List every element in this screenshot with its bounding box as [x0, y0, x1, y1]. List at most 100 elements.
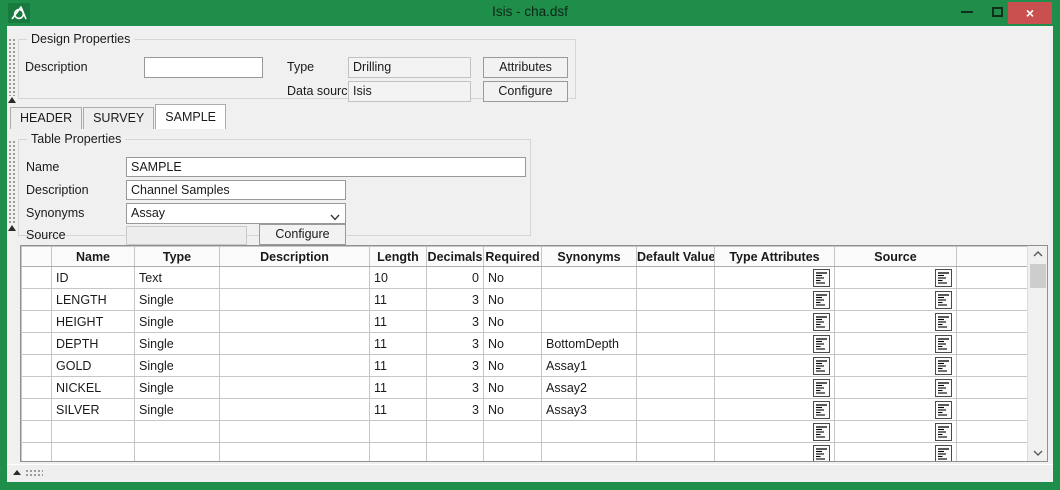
table-panel-collapse-arrow[interactable] [8, 225, 16, 231]
tab-survey[interactable]: SURVEY [83, 107, 154, 129]
cell-required[interactable]: No [484, 289, 542, 311]
source-icon-button[interactable] [935, 401, 952, 419]
type-attributes-icon-button[interactable] [813, 313, 830, 331]
cell-decimals[interactable] [427, 443, 484, 463]
table-description-input[interactable]: Channel Samples [126, 180, 346, 200]
cell-description[interactable] [220, 311, 370, 333]
name-input[interactable]: SAMPLE [126, 157, 526, 177]
cell-description[interactable] [220, 399, 370, 421]
cell-source[interactable] [835, 289, 957, 311]
cell-default-value[interactable] [637, 267, 715, 289]
cell-decimals[interactable]: 3 [427, 289, 484, 311]
table-configure-button[interactable]: Configure [259, 224, 346, 245]
grid-vertical-scrollbar[interactable] [1027, 246, 1047, 461]
cell-filler[interactable] [957, 377, 1028, 399]
cell-default-value[interactable] [637, 377, 715, 399]
cell-default-value[interactable] [637, 289, 715, 311]
cell-description[interactable] [220, 421, 370, 443]
row-selector-cell[interactable] [22, 421, 52, 443]
cell-synonyms[interactable] [542, 267, 637, 289]
cell-synonyms[interactable]: Assay1 [542, 355, 637, 377]
cell-description[interactable] [220, 267, 370, 289]
design-panel-gripper[interactable] [8, 38, 15, 96]
cell-type[interactable]: Single [135, 289, 220, 311]
cell-required[interactable]: No [484, 267, 542, 289]
cell-decimals[interactable]: 0 [427, 267, 484, 289]
cell-filler[interactable] [957, 443, 1028, 463]
col-header-type-attributes[interactable]: Type Attributes [715, 247, 835, 267]
cell-type[interactable]: Text [135, 267, 220, 289]
cell-description[interactable] [220, 377, 370, 399]
col-header-length[interactable]: Length [370, 247, 427, 267]
type-attributes-icon-button[interactable] [813, 291, 830, 309]
cell-length[interactable]: 11 [370, 311, 427, 333]
type-attributes-icon-button[interactable] [813, 357, 830, 375]
cell-source[interactable] [835, 333, 957, 355]
cell-length[interactable]: 11 [370, 333, 427, 355]
cell-description[interactable] [220, 355, 370, 377]
cell-source[interactable] [835, 267, 957, 289]
cell-required[interactable] [484, 421, 542, 443]
type-attributes-icon-button[interactable] [813, 423, 830, 441]
design-panel-collapse-arrow[interactable] [8, 97, 16, 103]
row-selector-cell[interactable] [22, 311, 52, 333]
col-header-default-value[interactable]: Default Value [637, 247, 715, 267]
grid-panel-collapse-arrow[interactable] [13, 470, 21, 475]
cell-type-attributes[interactable] [715, 289, 835, 311]
row-selector-cell[interactable] [22, 289, 52, 311]
cell-source[interactable] [835, 355, 957, 377]
cell-filler[interactable] [957, 311, 1028, 333]
cell-name[interactable]: LENGTH [52, 289, 135, 311]
type-attributes-icon-button[interactable] [813, 335, 830, 353]
cell-name[interactable]: ID [52, 267, 135, 289]
cell-length[interactable]: 11 [370, 289, 427, 311]
cell-type[interactable]: Single [135, 355, 220, 377]
cell-synonyms[interactable] [542, 311, 637, 333]
row-selector-cell[interactable] [22, 443, 52, 463]
cell-filler[interactable] [957, 267, 1028, 289]
tab-header[interactable]: HEADER [10, 107, 82, 129]
cell-description[interactable] [220, 443, 370, 463]
cell-type[interactable] [135, 421, 220, 443]
cell-required[interactable]: No [484, 377, 542, 399]
cell-synonyms[interactable]: BottomDepth [542, 333, 637, 355]
type-attributes-icon-button[interactable] [813, 401, 830, 419]
cell-length[interactable] [370, 443, 427, 463]
cell-length[interactable]: 11 [370, 377, 427, 399]
cell-source[interactable] [835, 311, 957, 333]
source-icon-button[interactable] [935, 313, 952, 331]
cell-type[interactable] [135, 443, 220, 463]
cell-synonyms[interactable] [542, 289, 637, 311]
cell-type[interactable]: Single [135, 377, 220, 399]
scroll-down-button[interactable] [1028, 445, 1048, 461]
cell-name[interactable] [52, 443, 135, 463]
design-configure-button[interactable]: Configure [483, 81, 568, 102]
source-icon-button[interactable] [935, 335, 952, 353]
col-header-synonyms[interactable]: Synonyms [542, 247, 637, 267]
cell-decimals[interactable]: 3 [427, 377, 484, 399]
data-source-value-field[interactable]: Isis [348, 81, 471, 102]
source-icon-button[interactable] [935, 445, 952, 463]
row-selector-cell[interactable] [22, 267, 52, 289]
type-attributes-icon-button[interactable] [813, 445, 830, 463]
cell-name[interactable]: NICKEL [52, 377, 135, 399]
source-icon-button[interactable] [935, 379, 952, 397]
cell-type-attributes[interactable] [715, 421, 835, 443]
cell-synonyms[interactable] [542, 421, 637, 443]
col-header-description[interactable]: Description [220, 247, 370, 267]
cell-default-value[interactable] [637, 399, 715, 421]
title-bar[interactable]: Isis - cha.dsf × [0, 0, 1060, 26]
col-header-decimals[interactable]: Decimals [427, 247, 484, 267]
cell-length[interactable] [370, 421, 427, 443]
cell-source[interactable] [835, 377, 957, 399]
cell-decimals[interactable] [427, 421, 484, 443]
cell-synonyms[interactable] [542, 443, 637, 463]
cell-synonyms[interactable]: Assay3 [542, 399, 637, 421]
cell-type-attributes[interactable] [715, 267, 835, 289]
cell-filler[interactable] [957, 355, 1028, 377]
type-value-field[interactable]: Drilling [348, 57, 471, 78]
cell-filler[interactable] [957, 333, 1028, 355]
cell-type-attributes[interactable] [715, 443, 835, 463]
grid-panel-gripper[interactable] [25, 469, 43, 477]
row-selector-cell[interactable] [22, 355, 52, 377]
